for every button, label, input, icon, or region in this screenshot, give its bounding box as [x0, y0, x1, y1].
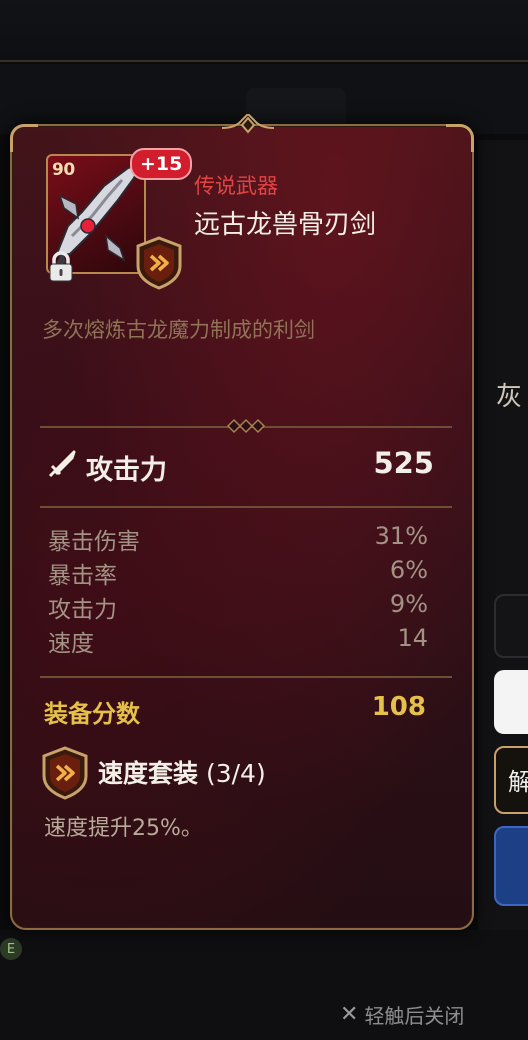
- sub-stat-row: 暴击伤害 31%: [48, 522, 428, 556]
- lock-icon[interactable]: [44, 250, 78, 284]
- set-bonus-title: 速度套装 (3/4): [98, 754, 266, 790]
- enhance-level-badge: +15: [130, 148, 193, 180]
- gear-score-value: 108: [371, 692, 426, 722]
- background-white-button[interactable]: [494, 670, 528, 734]
- background-button[interactable]: [494, 594, 528, 658]
- sub-stat-label: 攻击力: [48, 597, 117, 623]
- item-rarity-label: 传说武器: [194, 174, 278, 198]
- gear-score-label: 装备分数: [44, 700, 140, 728]
- sub-stat-value: 14: [397, 624, 428, 652]
- sub-stat-row: 速度 14: [48, 624, 428, 658]
- set-bonus-name: 速度套装: [98, 759, 199, 788]
- close-icon: ✕: [340, 1002, 359, 1027]
- sub-stat-value: 6%: [389, 556, 428, 584]
- divider-ornament: [226, 418, 266, 434]
- card-corner-ornament: [10, 124, 38, 152]
- background-blue-button[interactable]: [494, 826, 528, 906]
- speed-set-icon: [40, 746, 90, 800]
- background-e-badge: E: [0, 938, 22, 960]
- sub-stat-label: 暴击率: [48, 563, 117, 589]
- item-name: 远古龙兽骨刃剑: [194, 210, 377, 240]
- card-top-ornament: [222, 114, 274, 136]
- item-tooltip-card: 90 +15 传说武器 远古龙兽骨刃剑 多次熔炼古龙魔力制成的利剑 攻击力 52…: [10, 114, 474, 930]
- item-level: 90: [52, 160, 75, 180]
- section-divider: [40, 506, 452, 508]
- sub-stat-label: 暴击伤害: [48, 529, 140, 555]
- sub-stat-value: 9%: [389, 590, 428, 618]
- background-right-text: 灰: [496, 382, 523, 412]
- tap-to-close-hint[interactable]: ✕ 轻触后关闭: [340, 1000, 464, 1029]
- main-stat-row: 攻击力 525: [42, 446, 434, 486]
- set-bonus-description: 速度提升25%。: [44, 816, 203, 841]
- main-stat-label: 攻击力: [86, 455, 167, 486]
- sub-stat-value: 31%: [374, 522, 428, 550]
- sub-stats-list: 暴击伤害 31% 暴击率 6% 攻击力 9% 速度 14: [48, 522, 428, 658]
- main-stat-value: 525: [373, 446, 434, 480]
- sword-icon: [48, 450, 76, 478]
- sub-stat-row: 攻击力 9%: [48, 590, 428, 624]
- card-corner-ornament: [446, 124, 474, 152]
- speed-set-icon: [134, 236, 184, 290]
- item-icon[interactable]: 90 +15: [44, 148, 193, 292]
- sub-stat-label: 速度: [48, 631, 94, 657]
- item-description: 多次熔炼古龙魔力制成的利剑: [42, 318, 315, 342]
- background-unlock-button[interactable]: 解: [494, 746, 528, 814]
- section-divider: [40, 676, 452, 678]
- set-bonus-count: (3/4): [205, 759, 266, 788]
- background-top-bar: [0, 0, 528, 62]
- sub-stat-row: 暴击率 6%: [48, 556, 428, 590]
- close-hint-text: 轻触后关闭: [364, 1004, 465, 1028]
